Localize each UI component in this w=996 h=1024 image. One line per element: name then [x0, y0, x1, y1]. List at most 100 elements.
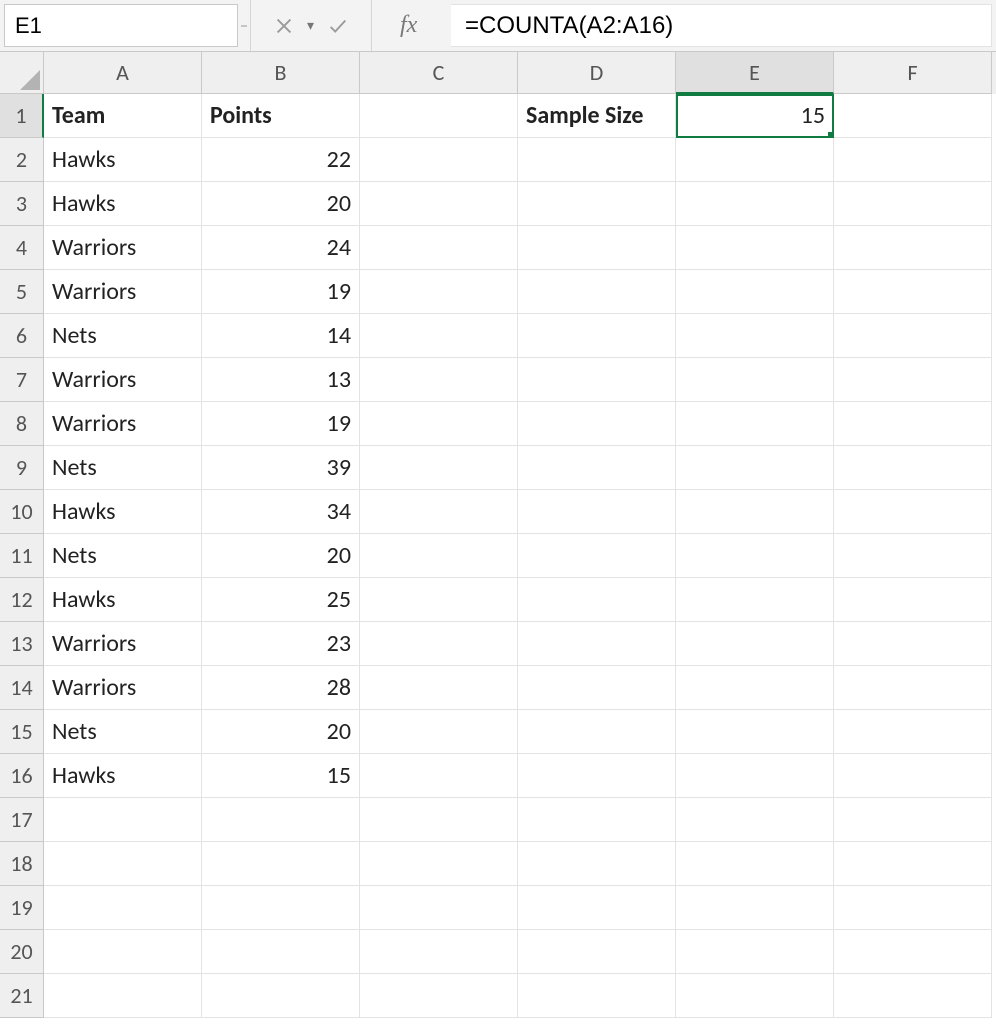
cell-D5[interactable] — [518, 270, 676, 314]
cell-F5[interactable] — [834, 270, 992, 314]
cell-E9[interactable] — [676, 446, 834, 490]
cell-F12[interactable] — [834, 578, 992, 622]
cell-E2[interactable] — [676, 138, 834, 182]
cell-C7[interactable] — [360, 358, 518, 402]
cell-B15[interactable]: 20 — [202, 710, 360, 754]
cell-E1[interactable]: 15 — [676, 94, 834, 138]
cell-D9[interactable] — [518, 446, 676, 490]
cell-F2[interactable] — [834, 138, 992, 182]
column-header-C[interactable]: C — [360, 52, 518, 94]
row-header-3[interactable]: 3 — [0, 182, 44, 226]
cell-D12[interactable] — [518, 578, 676, 622]
row-header-4[interactable]: 4 — [0, 226, 44, 270]
cell-D21[interactable] — [518, 974, 676, 1018]
column-header-A[interactable]: A — [44, 52, 202, 94]
cell-A19[interactable] — [44, 886, 202, 930]
cell-D14[interactable] — [518, 666, 676, 710]
cell-E16[interactable] — [676, 754, 834, 798]
cell-F6[interactable] — [834, 314, 992, 358]
cell-A8[interactable]: Warriors — [44, 402, 202, 446]
cell-F1[interactable] — [834, 94, 992, 138]
cell-A10[interactable]: Hawks — [44, 490, 202, 534]
cell-F10[interactable] — [834, 490, 992, 534]
cell-E21[interactable] — [676, 974, 834, 1018]
cell-A5[interactable]: Warriors — [44, 270, 202, 314]
cell-A11[interactable]: Nets — [44, 534, 202, 578]
cell-C19[interactable] — [360, 886, 518, 930]
cell-B21[interactable] — [202, 974, 360, 1018]
cell-C21[interactable] — [360, 974, 518, 1018]
cell-D7[interactable] — [518, 358, 676, 402]
cell-F13[interactable] — [834, 622, 992, 666]
cell-F19[interactable] — [834, 886, 992, 930]
row-header-8[interactable]: 8 — [0, 402, 44, 446]
cell-C6[interactable] — [360, 314, 518, 358]
cell-A9[interactable]: Nets — [44, 446, 202, 490]
column-header-F[interactable]: F — [834, 52, 992, 94]
cell-E13[interactable] — [676, 622, 834, 666]
cell-A6[interactable]: Nets — [44, 314, 202, 358]
cell-A16[interactable]: Hawks — [44, 754, 202, 798]
cell-D13[interactable] — [518, 622, 676, 666]
cell-F18[interactable] — [834, 842, 992, 886]
cell-E18[interactable] — [676, 842, 834, 886]
cell-A4[interactable]: Warriors — [44, 226, 202, 270]
cell-B16[interactable]: 15 — [202, 754, 360, 798]
cell-A18[interactable] — [44, 842, 202, 886]
cell-E15[interactable] — [676, 710, 834, 754]
cell-A7[interactable]: Warriors — [44, 358, 202, 402]
cell-C12[interactable] — [360, 578, 518, 622]
cell-B13[interactable]: 23 — [202, 622, 360, 666]
cell-D11[interactable] — [518, 534, 676, 578]
cell-C5[interactable] — [360, 270, 518, 314]
cell-B11[interactable]: 20 — [202, 534, 360, 578]
row-header-6[interactable]: 6 — [0, 314, 44, 358]
cell-C1[interactable] — [360, 94, 518, 138]
cell-E20[interactable] — [676, 930, 834, 974]
cell-C17[interactable] — [360, 798, 518, 842]
row-header-10[interactable]: 10 — [0, 490, 44, 534]
cell-F15[interactable] — [834, 710, 992, 754]
row-header-16[interactable]: 16 — [0, 754, 44, 798]
cell-C2[interactable] — [360, 138, 518, 182]
cell-E19[interactable] — [676, 886, 834, 930]
row-header-5[interactable]: 5 — [0, 270, 44, 314]
cell-D3[interactable] — [518, 182, 676, 226]
cell-D1[interactable]: Sample Size — [518, 94, 676, 138]
cell-D6[interactable] — [518, 314, 676, 358]
row-header-21[interactable]: 21 — [0, 974, 44, 1018]
cell-D16[interactable] — [518, 754, 676, 798]
row-header-20[interactable]: 20 — [0, 930, 44, 974]
cell-D15[interactable] — [518, 710, 676, 754]
cell-C20[interactable] — [360, 930, 518, 974]
cell-D20[interactable] — [518, 930, 676, 974]
enter-check-icon[interactable] — [325, 13, 351, 39]
cell-A15[interactable]: Nets — [44, 710, 202, 754]
cell-A3[interactable]: Hawks — [44, 182, 202, 226]
cell-B7[interactable]: 13 — [202, 358, 360, 402]
cell-A21[interactable] — [44, 974, 202, 1018]
fx-icon[interactable]: fx — [371, 0, 451, 51]
select-all-corner[interactable] — [0, 52, 44, 94]
cell-F8[interactable] — [834, 402, 992, 446]
cell-B6[interactable]: 14 — [202, 314, 360, 358]
cell-C16[interactable] — [360, 754, 518, 798]
cell-C8[interactable] — [360, 402, 518, 446]
row-header-1[interactable]: 1 — [0, 94, 44, 138]
cell-A12[interactable]: Hawks — [44, 578, 202, 622]
cell-B5[interactable]: 19 — [202, 270, 360, 314]
cell-B14[interactable]: 28 — [202, 666, 360, 710]
cell-B9[interactable]: 39 — [202, 446, 360, 490]
cell-F16[interactable] — [834, 754, 992, 798]
cell-B18[interactable] — [202, 842, 360, 886]
cell-B10[interactable]: 34 — [202, 490, 360, 534]
cell-B19[interactable] — [202, 886, 360, 930]
cell-A17[interactable] — [44, 798, 202, 842]
cell-D8[interactable] — [518, 402, 676, 446]
cell-A1[interactable]: Team — [44, 94, 202, 138]
cell-C4[interactable] — [360, 226, 518, 270]
row-header-14[interactable]: 14 — [0, 666, 44, 710]
cell-D10[interactable] — [518, 490, 676, 534]
cell-A20[interactable] — [44, 930, 202, 974]
cell-D19[interactable] — [518, 886, 676, 930]
